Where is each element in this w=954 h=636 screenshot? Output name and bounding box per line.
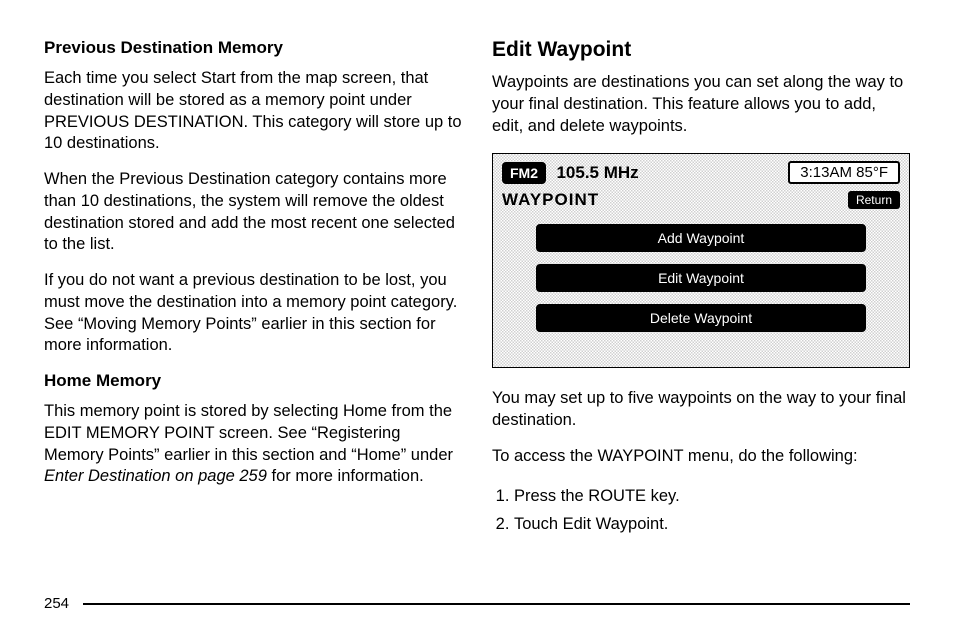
radio-info: FM2 105.5 MHz bbox=[502, 162, 639, 184]
page-footer: 254 bbox=[44, 595, 910, 612]
time-temp-box: 3:13AM 85°F bbox=[788, 161, 900, 184]
footer-rule bbox=[83, 603, 910, 605]
step-1: Press the ROUTE key. bbox=[514, 482, 910, 510]
page-number: 254 bbox=[44, 595, 69, 612]
right-column: Edit Waypoint Waypoints are destinations… bbox=[492, 38, 910, 560]
para-home-b: for more information. bbox=[267, 467, 424, 485]
delete-waypoint-button[interactable]: Delete Waypoint bbox=[536, 304, 866, 332]
heading-home-memory: Home Memory bbox=[44, 371, 462, 391]
frequency-label: 105.5 MHz bbox=[556, 163, 638, 182]
para-prev-2: When the Previous Destination category c… bbox=[44, 169, 462, 256]
edit-waypoint-button[interactable]: Edit Waypoint bbox=[536, 264, 866, 292]
screen-title: WAYPOINT bbox=[502, 190, 599, 210]
para-access: To access the WAYPOINT menu, do the foll… bbox=[492, 446, 910, 468]
left-column: Previous Destination Memory Each time yo… bbox=[44, 38, 462, 560]
para-waypoint-intro: Waypoints are destinations you can set a… bbox=[492, 72, 910, 137]
para-prev-1: Each time you select Start from the map … bbox=[44, 68, 462, 155]
para-prev-3: If you do not want a previous destinatio… bbox=[44, 270, 462, 357]
steps-list: Press the ROUTE key. Touch Edit Waypoint… bbox=[514, 482, 910, 538]
heading-edit-waypoint: Edit Waypoint bbox=[492, 38, 910, 62]
para-home: This memory point is stored by selecting… bbox=[44, 401, 462, 488]
band-badge: FM2 bbox=[502, 162, 546, 184]
para-home-ref: Enter Destination on page 259 bbox=[44, 467, 267, 485]
step-2: Touch Edit Waypoint. bbox=[514, 510, 910, 538]
return-button[interactable]: Return bbox=[848, 191, 900, 209]
waypoint-menu: Add Waypoint Edit Waypoint Delete Waypoi… bbox=[498, 216, 904, 332]
device-status-bar: FM2 105.5 MHz 3:13AM 85°F bbox=[498, 159, 904, 190]
heading-previous-destination: Previous Destination Memory bbox=[44, 38, 462, 58]
screen-title-row: WAYPOINT Return bbox=[498, 190, 904, 216]
para-home-a: This memory point is stored by selecting… bbox=[44, 402, 453, 464]
device-screenshot: FM2 105.5 MHz 3:13AM 85°F WAYPOINT Retur… bbox=[492, 153, 910, 368]
para-five-waypoints: You may set up to five waypoints on the … bbox=[492, 388, 910, 432]
add-waypoint-button[interactable]: Add Waypoint bbox=[536, 224, 866, 252]
